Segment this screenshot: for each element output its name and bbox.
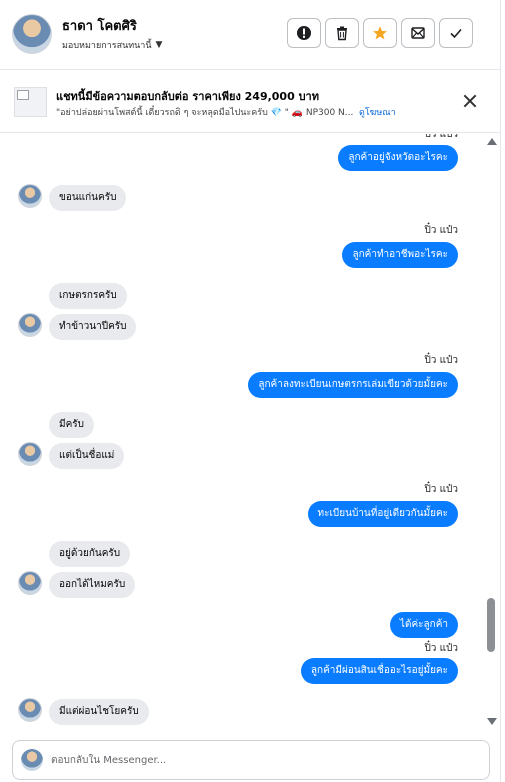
message-bubble-incoming: ขอนแก่นครับ: [49, 185, 127, 211]
scroll-down-arrow-icon[interactable]: [487, 718, 497, 725]
message-bubble-outgoing: ลูกค้าลงทะเบียนเกษตรกรเล่มเขียวด้วยมั้ยค…: [248, 372, 458, 398]
message-bubble-incoming: ออกได้ไหมครับ: [49, 572, 136, 598]
customer-avatar: [18, 442, 42, 466]
thread-scrollbar[interactable]: [485, 134, 499, 732]
ad-banner-subtitle: "อย่าปล่อยผ่านโพสต์นี้ เดี๋ยวรถดิ ๆ จะหล…: [56, 108, 354, 118]
message-bubble-incoming: มีแต่ผ่อนไชโยครับ: [49, 699, 149, 725]
message-bubble-incoming: มีครับ: [49, 412, 94, 438]
customer-avatar: [18, 184, 42, 208]
reply-composer: [12, 740, 490, 780]
view-ad-link[interactable]: ดูโฆษณา: [359, 105, 396, 119]
message-bubble-outgoing: ลูกค้าทำอาชีพอะไรคะ: [342, 242, 458, 268]
customer-avatar: [18, 698, 42, 722]
assign-label: มอบหมายการสนทนานี้: [62, 41, 152, 51]
message-bubble-outgoing: ลูกค้ามีผ่อนสินเชื่ออะไรอยู่มั้ยคะ: [300, 658, 458, 684]
message-bubble-outgoing: ลูกค้าอยู่จังหวัดอะไรคะ: [338, 145, 458, 171]
ad-reply-banner: แชทนี้มีข้อความตอบกลับต่อ ราคาเพียง 249,…: [0, 71, 500, 133]
page-avatar: [21, 749, 43, 771]
star-icon: [373, 26, 387, 40]
ad-banner-title: แชทนี้มีข้อความตอบกลับต่อ ราคาเพียง 249,…: [56, 90, 319, 103]
delete-button[interactable]: [325, 18, 359, 48]
mark-done-button[interactable]: [439, 18, 473, 48]
sender-label: ปิ๋ว แป๋ว: [424, 225, 458, 236]
scroll-up-arrow-icon[interactable]: [487, 138, 497, 145]
scroll-thumb[interactable]: [487, 598, 495, 652]
star-button[interactable]: [363, 18, 397, 48]
message-thread[interactable]: ปิ๋ว แป๋ว ลูกค้าอยู่จังหวัดอะไรคะ ขอนแก่…: [0, 134, 484, 732]
customer-avatar: [18, 571, 42, 595]
message-bubble-incoming: เกษตรกรครับ: [49, 283, 127, 309]
contact-avatar[interactable]: [12, 14, 52, 54]
customer-avatar: [18, 313, 42, 337]
assign-conversation-dropdown[interactable]: มอบหมายการสนทนานี้ ▼: [62, 38, 162, 52]
exclamation-circle-icon: [297, 26, 311, 40]
sender-label: ปิ๋ว แป๋ว: [424, 134, 458, 140]
message-bubble-outgoing: ได้ค่ะลูกค้า: [389, 612, 458, 638]
ad-thumbnail: [14, 87, 47, 117]
message-bubble-incoming: อยู่ด้วยกันครับ: [49, 541, 131, 567]
caret-down-icon: ▼: [155, 40, 163, 50]
message-bubble-outgoing: ทะเบียนบ้านที่อยู่เดียวกันมั้ยคะ: [307, 501, 458, 527]
sender-label: ปิ๋ว แป๋ว: [424, 484, 458, 495]
panel-divider: [500, 0, 501, 782]
mark-spam-button[interactable]: [287, 18, 321, 48]
reply-input[interactable]: [51, 750, 471, 770]
mark-unread-button[interactable]: [401, 18, 435, 48]
contact-name[interactable]: ธาดา โคตศิริ: [62, 15, 137, 36]
close-icon[interactable]: [462, 93, 478, 109]
message-bubble-incoming: ทำข้าวนาปีครับ: [49, 314, 137, 340]
trash-icon: [337, 26, 347, 41]
message-bubble-incoming: แต่เป็นชื่อแม่: [49, 443, 125, 469]
sender-label: ปิ๋ว แป๋ว: [424, 355, 458, 366]
conversation-header: ธาดา โคตศิริ มอบหมายการสนทนานี้ ▼: [0, 0, 500, 70]
check-icon: [450, 28, 462, 39]
envelope-icon: [411, 27, 425, 39]
sender-label: ปิ๋ว แป๋ว: [424, 643, 458, 654]
